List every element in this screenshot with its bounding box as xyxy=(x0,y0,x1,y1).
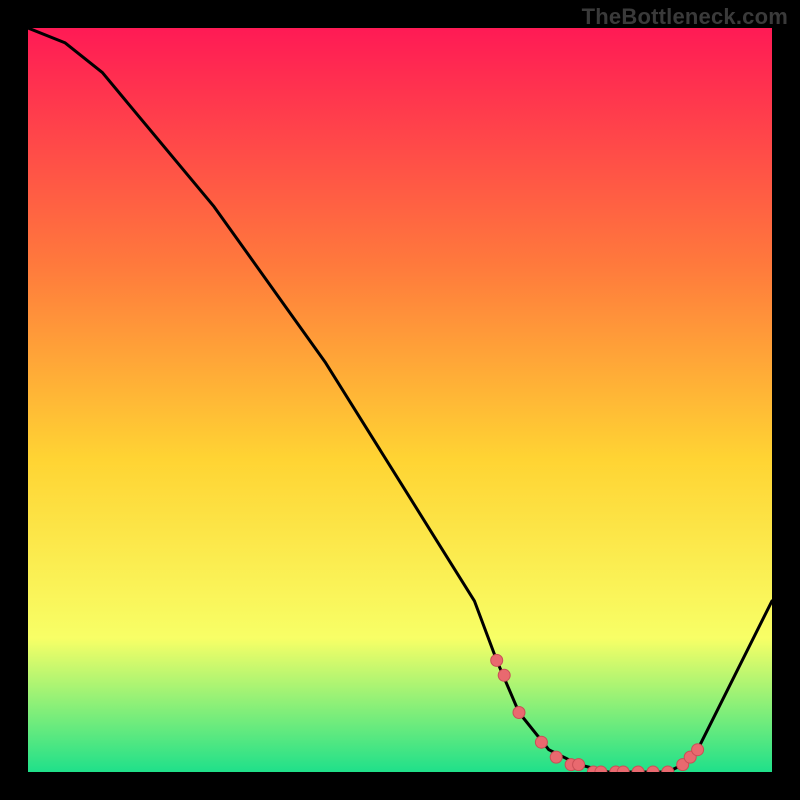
marker-dot xyxy=(513,707,525,719)
plot-area xyxy=(28,28,772,772)
gradient-background xyxy=(28,28,772,772)
marker-dot xyxy=(491,654,503,666)
marker-dot xyxy=(550,751,562,763)
marker-dot xyxy=(573,759,585,771)
chart-svg xyxy=(28,28,772,772)
marker-dot xyxy=(535,736,547,748)
watermark-text: TheBottleneck.com xyxy=(582,4,788,30)
marker-dot xyxy=(498,669,510,681)
chart-frame: TheBottleneck.com xyxy=(0,0,800,800)
marker-dot xyxy=(692,744,704,756)
